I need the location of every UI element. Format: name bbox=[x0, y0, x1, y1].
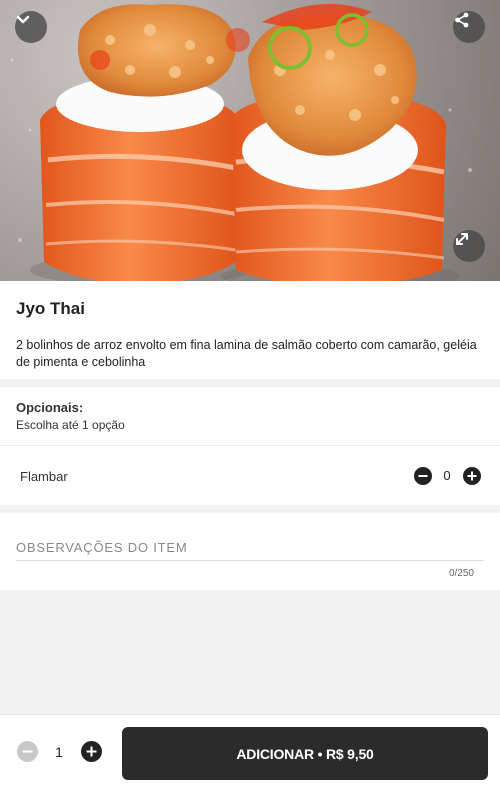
option-count: 0 bbox=[443, 468, 451, 483]
add-to-cart-button[interactable]: ADICIONAR • R$ 9,50 bbox=[122, 727, 488, 780]
expand-image-button[interactable] bbox=[453, 230, 485, 262]
notes-char-counter: 0/250 bbox=[448, 568, 474, 579]
quantity-decrement-button[interactable] bbox=[17, 741, 38, 762]
minus-icon bbox=[418, 475, 428, 477]
share-icon bbox=[455, 12, 469, 28]
product-image bbox=[0, 0, 500, 281]
notes-section: 0/250 bbox=[0, 513, 500, 590]
notes-input[interactable] bbox=[16, 535, 484, 561]
sushi-illustration bbox=[10, 4, 472, 281]
option-increment-button[interactable] bbox=[463, 467, 481, 485]
quantity-value: 1 bbox=[55, 744, 63, 760]
minus-icon bbox=[22, 750, 33, 753]
chevron-down-icon bbox=[16, 15, 30, 24]
quantity-increment-button[interactable] bbox=[81, 741, 102, 762]
expand-icon bbox=[456, 233, 468, 245]
options-heading: Opcionais: bbox=[16, 400, 84, 415]
option-decrement-button[interactable] bbox=[414, 467, 432, 485]
item-description: 2 bolinhos de arroz envolto em fina lami… bbox=[16, 338, 477, 369]
options-section: Opcionais: Escolha até 1 opção Flambar 0 bbox=[0, 387, 500, 505]
plus-icon bbox=[467, 471, 477, 481]
option-label-flambar: Flambar bbox=[20, 469, 68, 484]
footer-bar: 1 ADICIONAR • R$ 9,50 bbox=[0, 714, 500, 786]
options-subheading: Escolha até 1 opção bbox=[16, 418, 125, 432]
plus-icon bbox=[86, 746, 97, 757]
item-title: Jyo Thai bbox=[16, 299, 85, 318]
share-button[interactable] bbox=[453, 11, 485, 43]
collapse-button[interactable] bbox=[15, 11, 47, 43]
item-info: Jyo Thai 2 bolinhos de arroz envolto em … bbox=[0, 281, 500, 379]
divider bbox=[0, 445, 500, 446]
